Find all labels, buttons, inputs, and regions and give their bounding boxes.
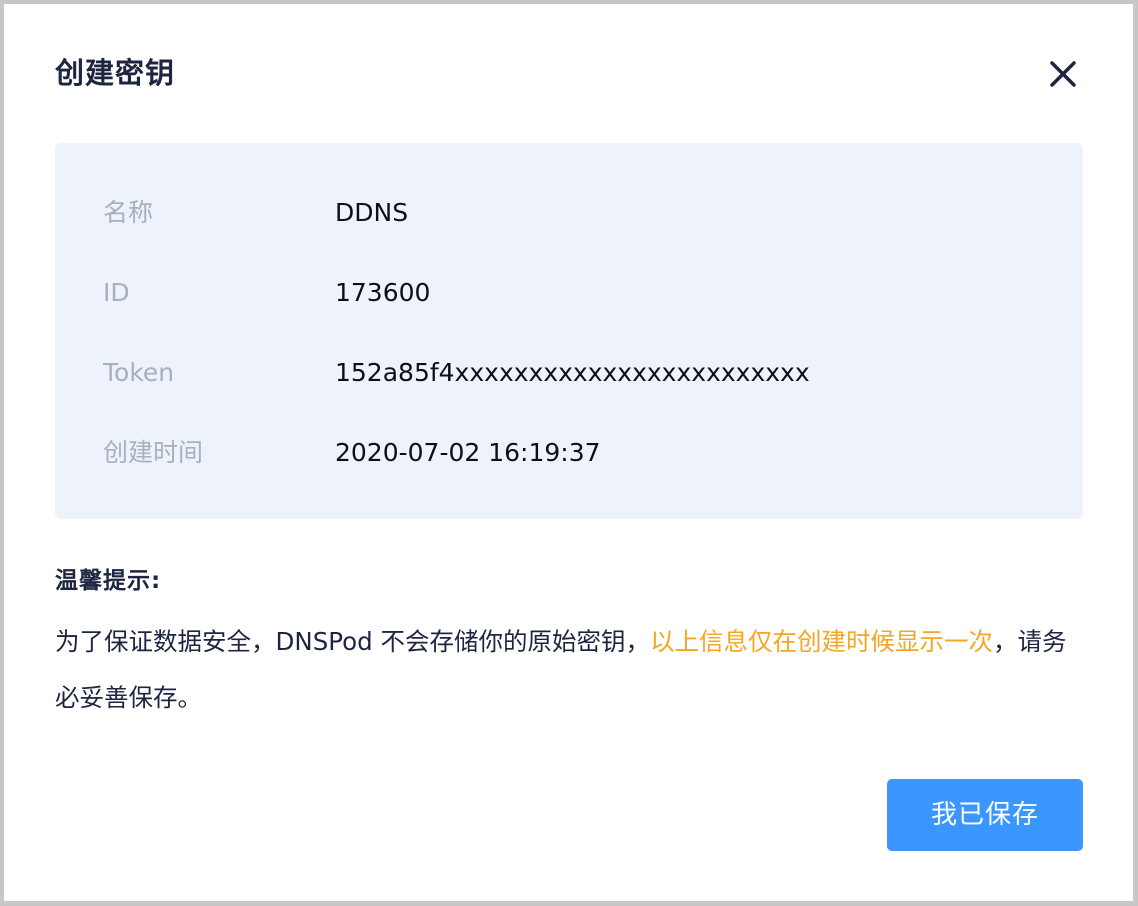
info-row-created: 创建时间 2020-07-02 16:19:37	[55, 433, 1083, 473]
info-row-token: Token 152a85f4xxxxxxxxxxxxxxxxxxxxxxxx	[55, 353, 1083, 393]
token-label: Token	[103, 358, 175, 387]
id-value: 173600	[335, 278, 431, 307]
close-icon	[1050, 61, 1076, 87]
tip-text: 为了保证数据安全，DNSPod 不会存储你的原始密钥，以上信息仅在创建时候显示一…	[55, 614, 1085, 726]
info-row-id: ID 173600	[55, 273, 1083, 313]
tip-title: 温馨提示:	[55, 568, 162, 594]
key-info-panel: 名称 DDNS ID 173600 Token 152a85f4xxxxxxxx…	[55, 143, 1083, 519]
saved-button[interactable]: 我已保存	[887, 779, 1083, 851]
dialog-title: 创建密钥	[55, 56, 176, 90]
tip-text-before: 为了保证数据安全，DNSPod 不会存储你的原始密钥，	[55, 627, 650, 656]
close-button[interactable]	[1046, 57, 1080, 91]
token-value: 152a85f4xxxxxxxxxxxxxxxxxxxxxxxx	[335, 358, 810, 387]
id-label: ID	[103, 278, 130, 307]
info-row-name: 名称 DDNS	[55, 193, 1083, 233]
create-key-dialog: 创建密钥 名称 DDNS ID 173600 Token 152a85f4xxx…	[4, 4, 1133, 901]
created-time-value: 2020-07-02 16:19:37	[335, 438, 601, 467]
created-time-label: 创建时间	[103, 438, 204, 467]
tip-text-highlight: 以上信息仅在创建时候显示一次	[649, 627, 993, 656]
name-value: DDNS	[335, 198, 409, 227]
name-label: 名称	[103, 198, 154, 227]
